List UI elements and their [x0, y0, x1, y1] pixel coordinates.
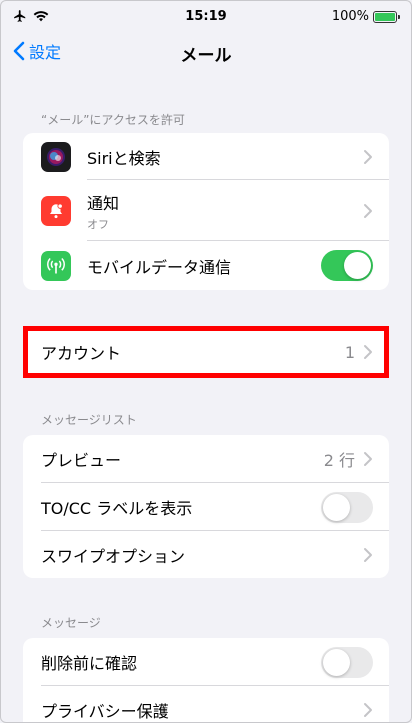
section-header-messages: メッセージ — [41, 616, 101, 630]
row-label: TO/CC ラベルを表示 — [41, 499, 193, 518]
battery-percent: 100% — [331, 9, 369, 24]
row-label: アカウント — [41, 344, 122, 363]
siri-icon — [41, 141, 71, 172]
row-preview[interactable]: プレビュー 2 行 — [23, 435, 389, 483]
row-value: 2 行 — [323, 451, 355, 470]
notification-icon — [41, 195, 71, 226]
status-bar: 15:19 100% — [1, 1, 411, 31]
row-swipe-options[interactable]: スワイプオプション — [23, 531, 389, 578]
row-confirm-delete: 削除前に確認 — [23, 638, 389, 686]
chevron-right-icon — [364, 149, 372, 164]
row-label: 通知 — [87, 193, 120, 213]
cellular-data-toggle[interactable] — [321, 250, 373, 281]
show-to-cc-toggle[interactable] — [321, 491, 373, 523]
row-value: 1 — [344, 342, 355, 362]
row-cellular-data: モバイルデータ通信 — [23, 241, 389, 290]
row-show-to-cc: TO/CC ラベルを表示 — [23, 483, 389, 531]
section-header-access: “メール”にアクセスを許可 — [41, 113, 185, 127]
antenna-icon — [41, 250, 71, 281]
row-notifications[interactable]: 通知 オフ — [23, 180, 389, 241]
row-label: プレビュー — [41, 451, 122, 470]
row-label: 削除前に確認 — [41, 654, 138, 673]
row-text: 通知 オフ — [87, 190, 363, 232]
chevron-right-icon — [364, 345, 372, 359]
chevron-right-icon — [364, 203, 372, 218]
row-label: プライバシー保護 — [41, 702, 169, 721]
row-label: Siriと検索 — [87, 148, 161, 168]
chevron-right-icon — [364, 452, 372, 466]
group-accounts: アカウント 1 — [23, 326, 389, 378]
status-right: 100% — [331, 9, 400, 24]
group-messages: 削除前に確認 プライバシー保護 — [23, 638, 389, 722]
navigation-bar: 設定 メール — [1, 31, 411, 75]
page-title: メール — [180, 46, 232, 66]
group-access: Siriと検索 通知 オフ モバイルデータ通信 — [23, 133, 389, 290]
confirm-delete-toggle[interactable] — [321, 646, 373, 678]
chevron-right-icon — [364, 703, 372, 717]
settings-screen: 15:19 100% 設定 メール “メール”にアクセスを許可 Siriと検索 … — [0, 0, 412, 723]
group-message-list: プレビュー 2 行 TO/CC ラベルを表示 スワイプオプション — [23, 435, 389, 578]
row-privacy-protection[interactable]: プライバシー保護 — [23, 686, 389, 722]
battery-charging-icon — [373, 10, 400, 23]
chevron-right-icon — [364, 547, 372, 562]
row-accounts[interactable]: アカウント 1 — [23, 326, 389, 378]
row-label: スワイプオプション — [41, 546, 186, 566]
row-siri[interactable]: Siriと検索 — [23, 133, 389, 180]
row-sublabel: オフ — [87, 217, 109, 231]
row-label: モバイルデータ通信 — [87, 257, 232, 277]
section-header-message-list: メッセージリスト — [41, 413, 137, 427]
